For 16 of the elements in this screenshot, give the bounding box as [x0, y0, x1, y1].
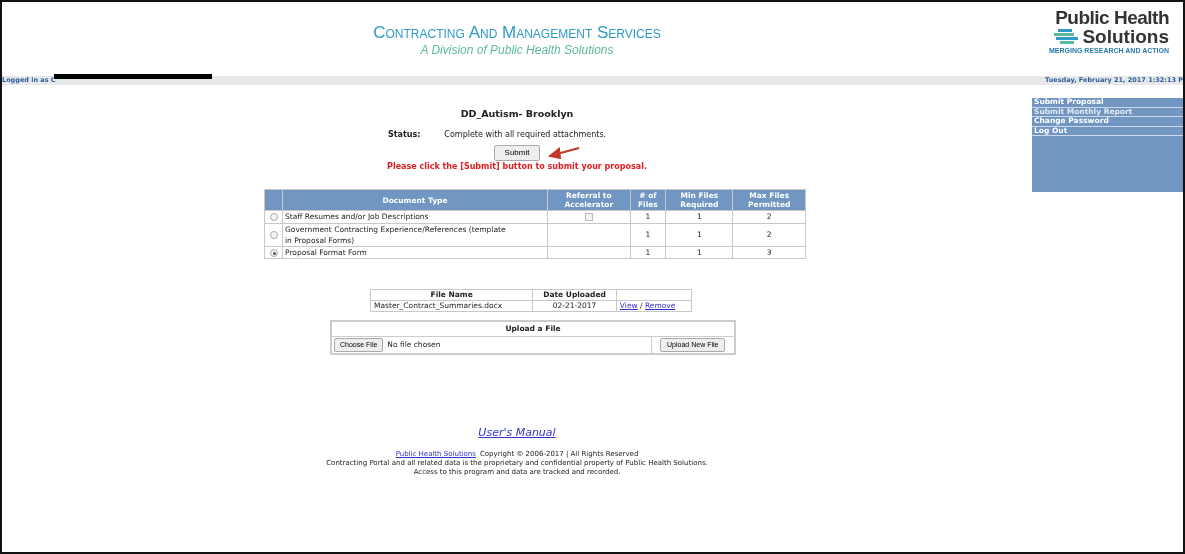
logo-text: Solutions — [1082, 27, 1169, 46]
status-text: Complete with all required attachments. — [444, 129, 607, 142]
stripes-icon — [1054, 28, 1079, 45]
status-label: Status: — [387, 129, 421, 142]
site-subtitle: A Division of Public Health Solutions — [420, 43, 614, 57]
checkbox[interactable] — [584, 213, 593, 222]
radio-button[interactable] — [269, 231, 278, 240]
logo-text: Public Health — [1054, 8, 1169, 27]
warning-message: Please click the [Submit] button to submit your proposal. — [386, 161, 648, 174]
manual-link[interactable]: User's Manual — [478, 426, 556, 439]
radio-button[interactable] — [269, 248, 278, 257]
site-title: Contracting And Management Services — [373, 23, 661, 42]
radio-button[interactable] — [269, 213, 278, 222]
submit-button[interactable]: Submit — [493, 145, 541, 162]
arrow-icon — [548, 147, 581, 160]
proposal-title: DD_Autism- Brooklyn — [459, 107, 575, 121]
